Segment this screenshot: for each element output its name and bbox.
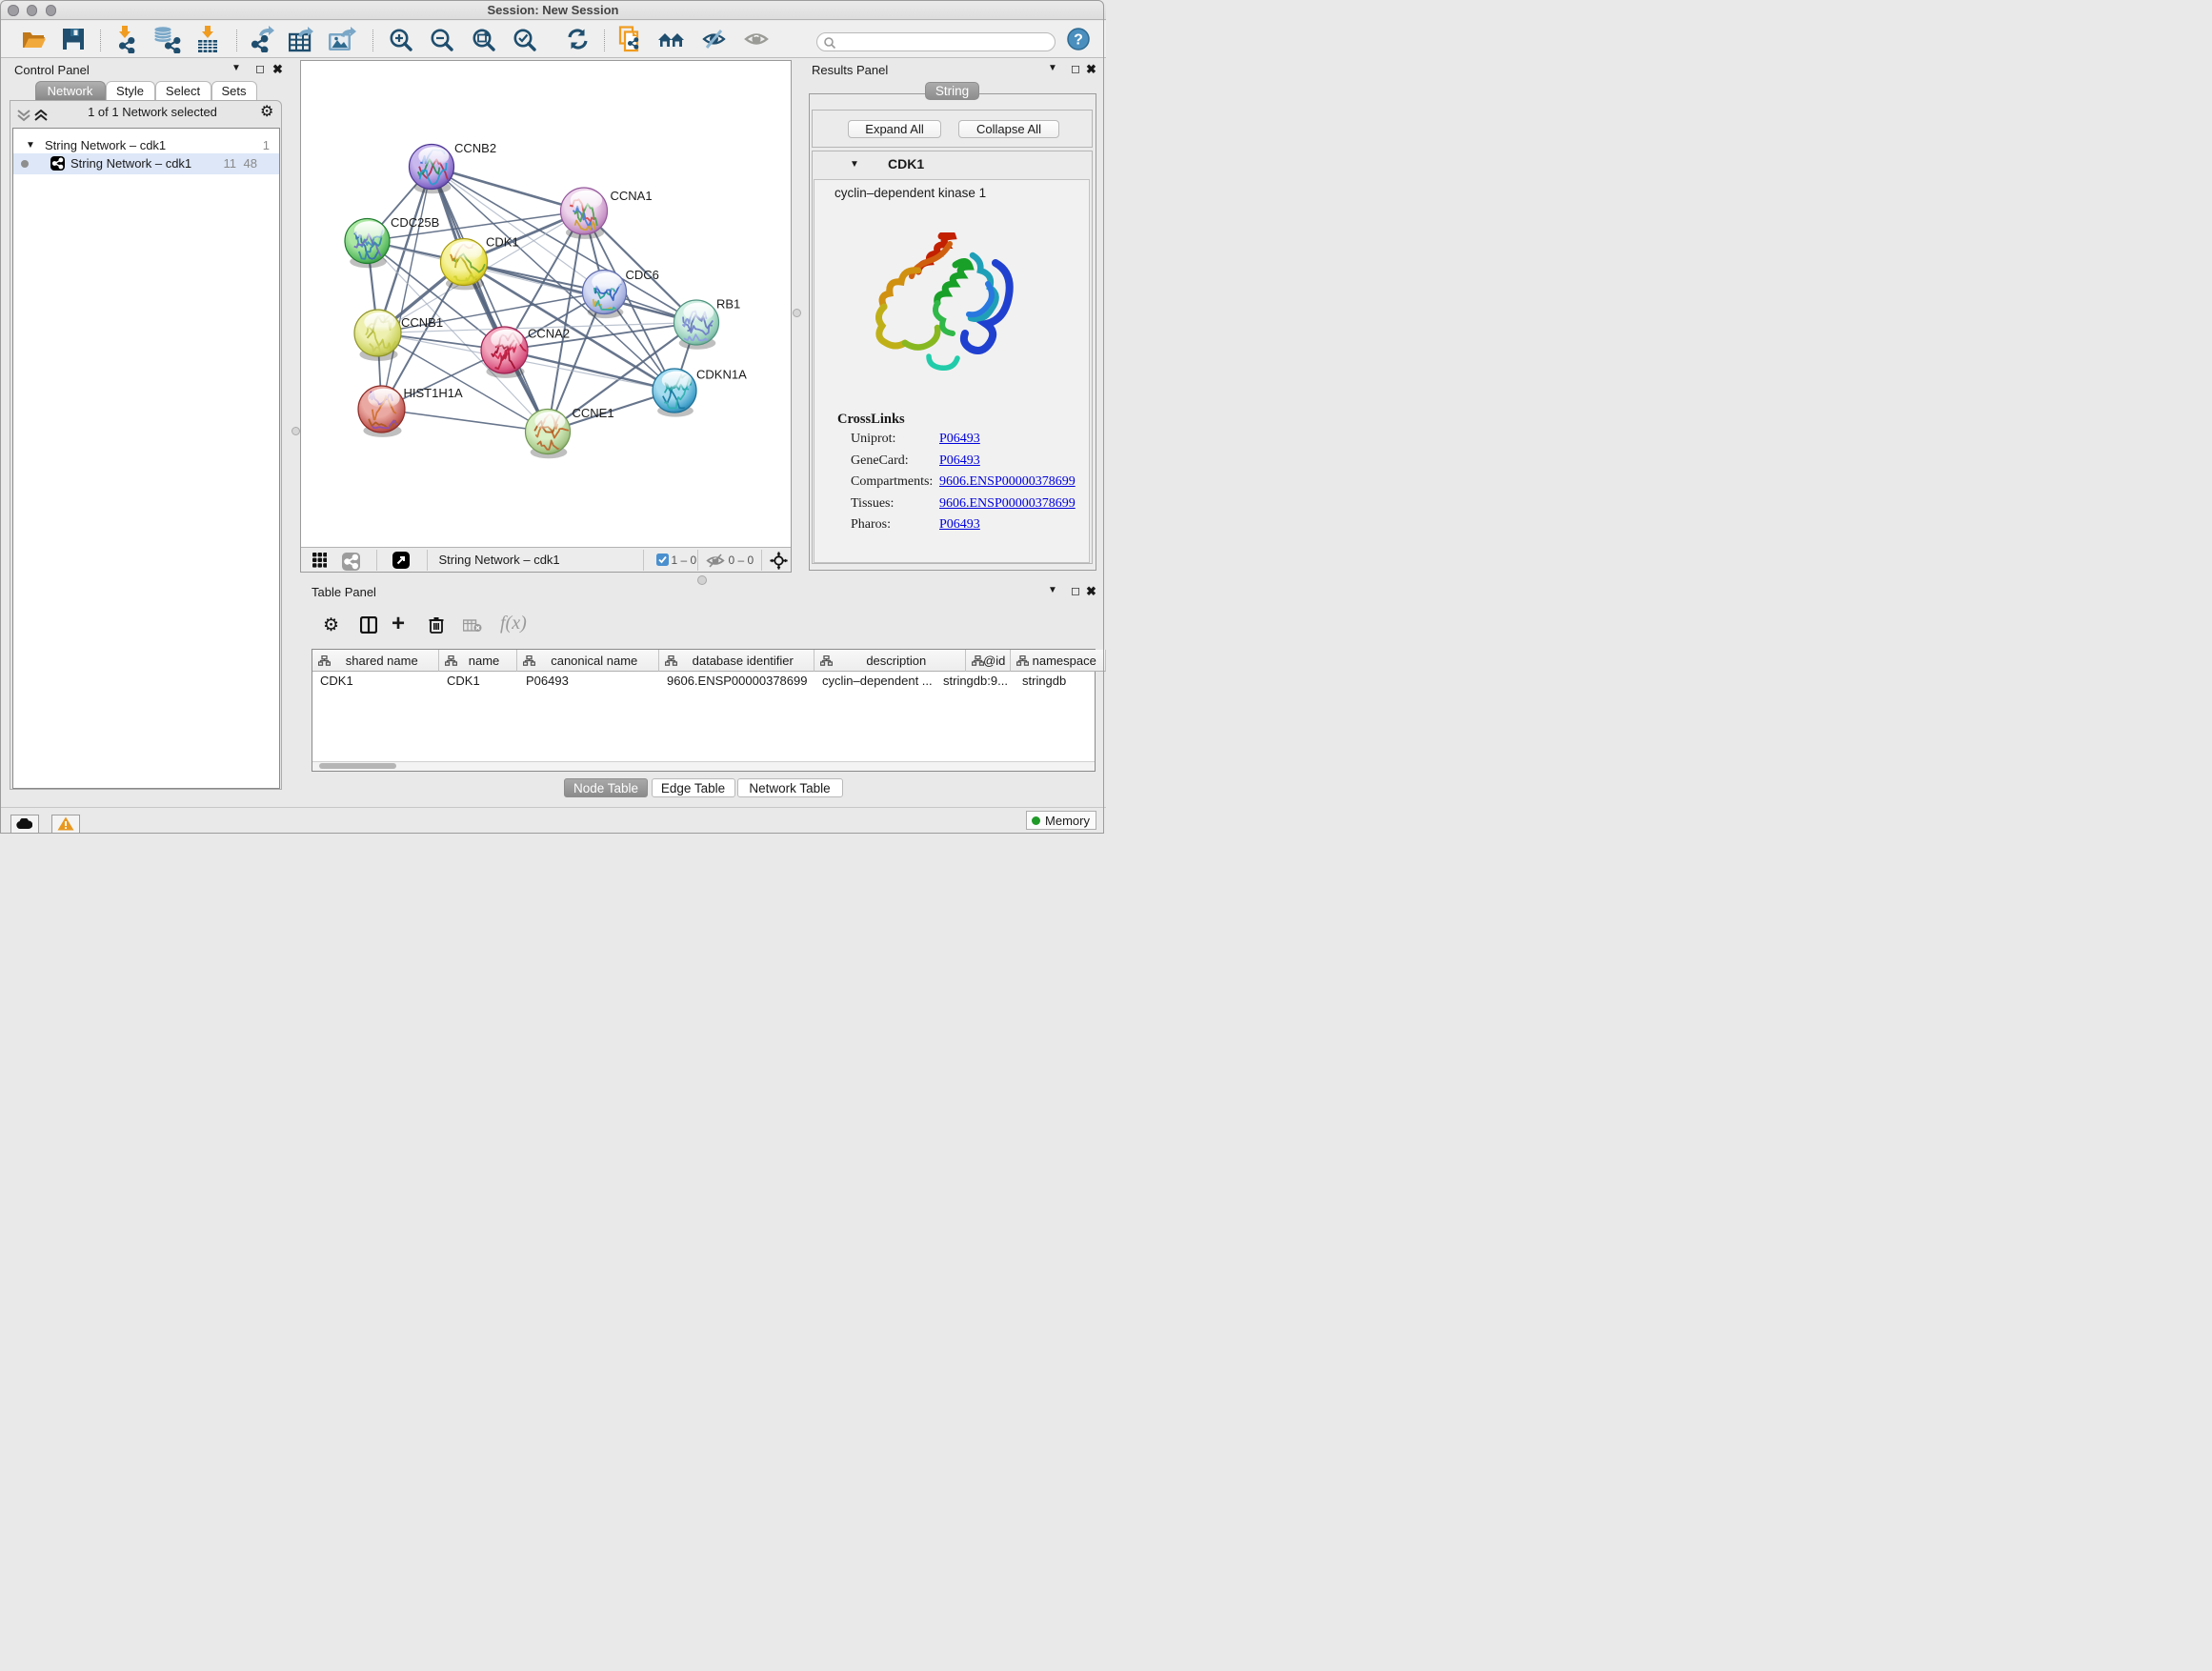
svg-text:CCNB2: CCNB2 [454,141,496,155]
svg-text:CCNB1: CCNB1 [401,315,443,330]
svg-text:CCNA1: CCNA1 [610,189,652,203]
svg-text:CDK1: CDK1 [486,234,519,249]
svg-text:?: ? [1074,32,1083,49]
svg-text:CDC25B: CDC25B [391,215,439,230]
svg-text:CCNA2: CCNA2 [528,326,570,340]
svg-text:CDKN1A: CDKN1A [696,367,747,381]
svg-text:CDC6: CDC6 [625,268,658,282]
svg-text:CCNE1: CCNE1 [572,406,613,420]
svg-text:RB1: RB1 [716,296,740,311]
svg-text:HIST1H1A: HIST1H1A [403,386,462,400]
